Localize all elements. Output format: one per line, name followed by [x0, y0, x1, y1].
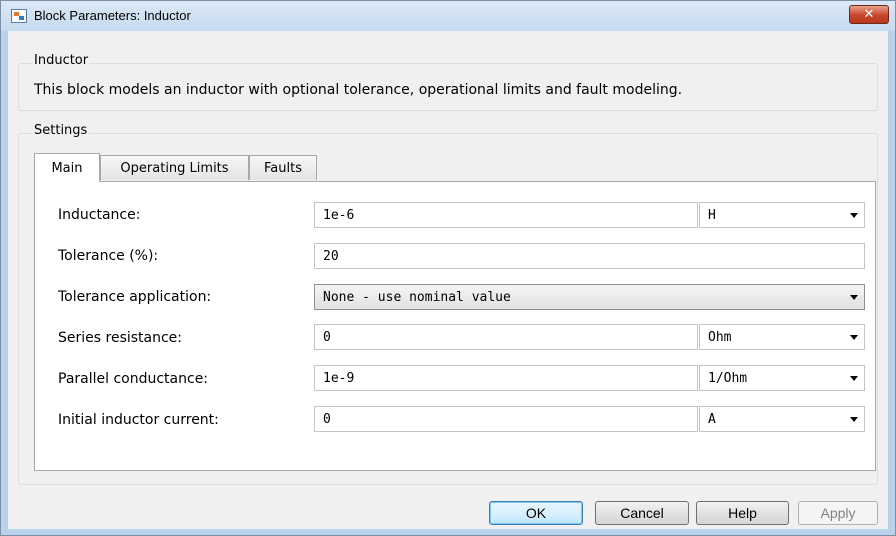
tolerance-application-value: None - use nominal value: [323, 290, 511, 305]
parallel-conductance-field[interactable]: 1e-9: [314, 365, 698, 391]
inductance-field[interactable]: 1e-6: [314, 202, 698, 228]
settings-group-label: Settings: [32, 123, 90, 138]
tab-panel-main: Inductance: 1e-6 H Tolerance (%): 20 Tol…: [34, 181, 876, 471]
initial-current-unit-value: A: [708, 412, 716, 427]
series-resistance-label: Series resistance:: [58, 330, 183, 346]
series-resistance-field[interactable]: 0: [314, 324, 698, 350]
parallel-conductance-label: Parallel conductance:: [58, 371, 209, 387]
inductance-label: Inductance:: [58, 207, 141, 223]
tolerance-application-label: Tolerance application:: [58, 289, 212, 305]
chevron-down-icon: [850, 335, 858, 340]
window-title: Block Parameters: Inductor: [34, 8, 191, 23]
tolerance-label: Tolerance (%):: [58, 248, 159, 264]
tab-faults[interactable]: Faults: [249, 155, 317, 180]
series-resistance-unit-value: Ohm: [708, 330, 732, 345]
ok-button[interactable]: OK: [489, 501, 583, 525]
dialog-window: Block Parameters: Inductor ✕ Inductor Th…: [0, 0, 896, 536]
tab-main[interactable]: Main: [34, 153, 100, 182]
close-icon: ✕: [863, 7, 875, 22]
block-description: This block models an inductor with optio…: [34, 82, 683, 98]
chevron-down-icon: [850, 213, 858, 218]
dialog-body: Inductor This block models an inductor w…: [8, 31, 888, 529]
close-button[interactable]: ✕: [849, 5, 889, 24]
title-bar[interactable]: Block Parameters: Inductor ✕: [1, 1, 895, 31]
parallel-conductance-unit-value: 1/Ohm: [708, 371, 748, 386]
parallel-conductance-unit-select[interactable]: 1/Ohm: [699, 365, 865, 391]
help-button[interactable]: Help: [696, 501, 789, 525]
inductance-unit-value: H: [708, 208, 716, 223]
inductance-unit-select[interactable]: H: [699, 202, 865, 228]
inductor-group-label: Inductor: [32, 53, 91, 68]
simulink-block-icon: [11, 9, 27, 23]
tab-operating-limits[interactable]: Operating Limits: [100, 155, 249, 180]
initial-current-unit-select[interactable]: A: [699, 406, 865, 432]
initial-current-field[interactable]: 0: [314, 406, 698, 432]
apply-button[interactable]: Apply: [798, 501, 878, 525]
series-resistance-unit-select[interactable]: Ohm: [699, 324, 865, 350]
cancel-button[interactable]: Cancel: [595, 501, 689, 525]
chevron-down-icon: [850, 417, 858, 422]
tolerance-application-select[interactable]: None - use nominal value: [314, 284, 865, 310]
chevron-down-icon: [850, 295, 858, 300]
chevron-down-icon: [850, 376, 858, 381]
tolerance-field[interactable]: 20: [314, 243, 865, 269]
initial-current-label: Initial inductor current:: [58, 412, 219, 428]
